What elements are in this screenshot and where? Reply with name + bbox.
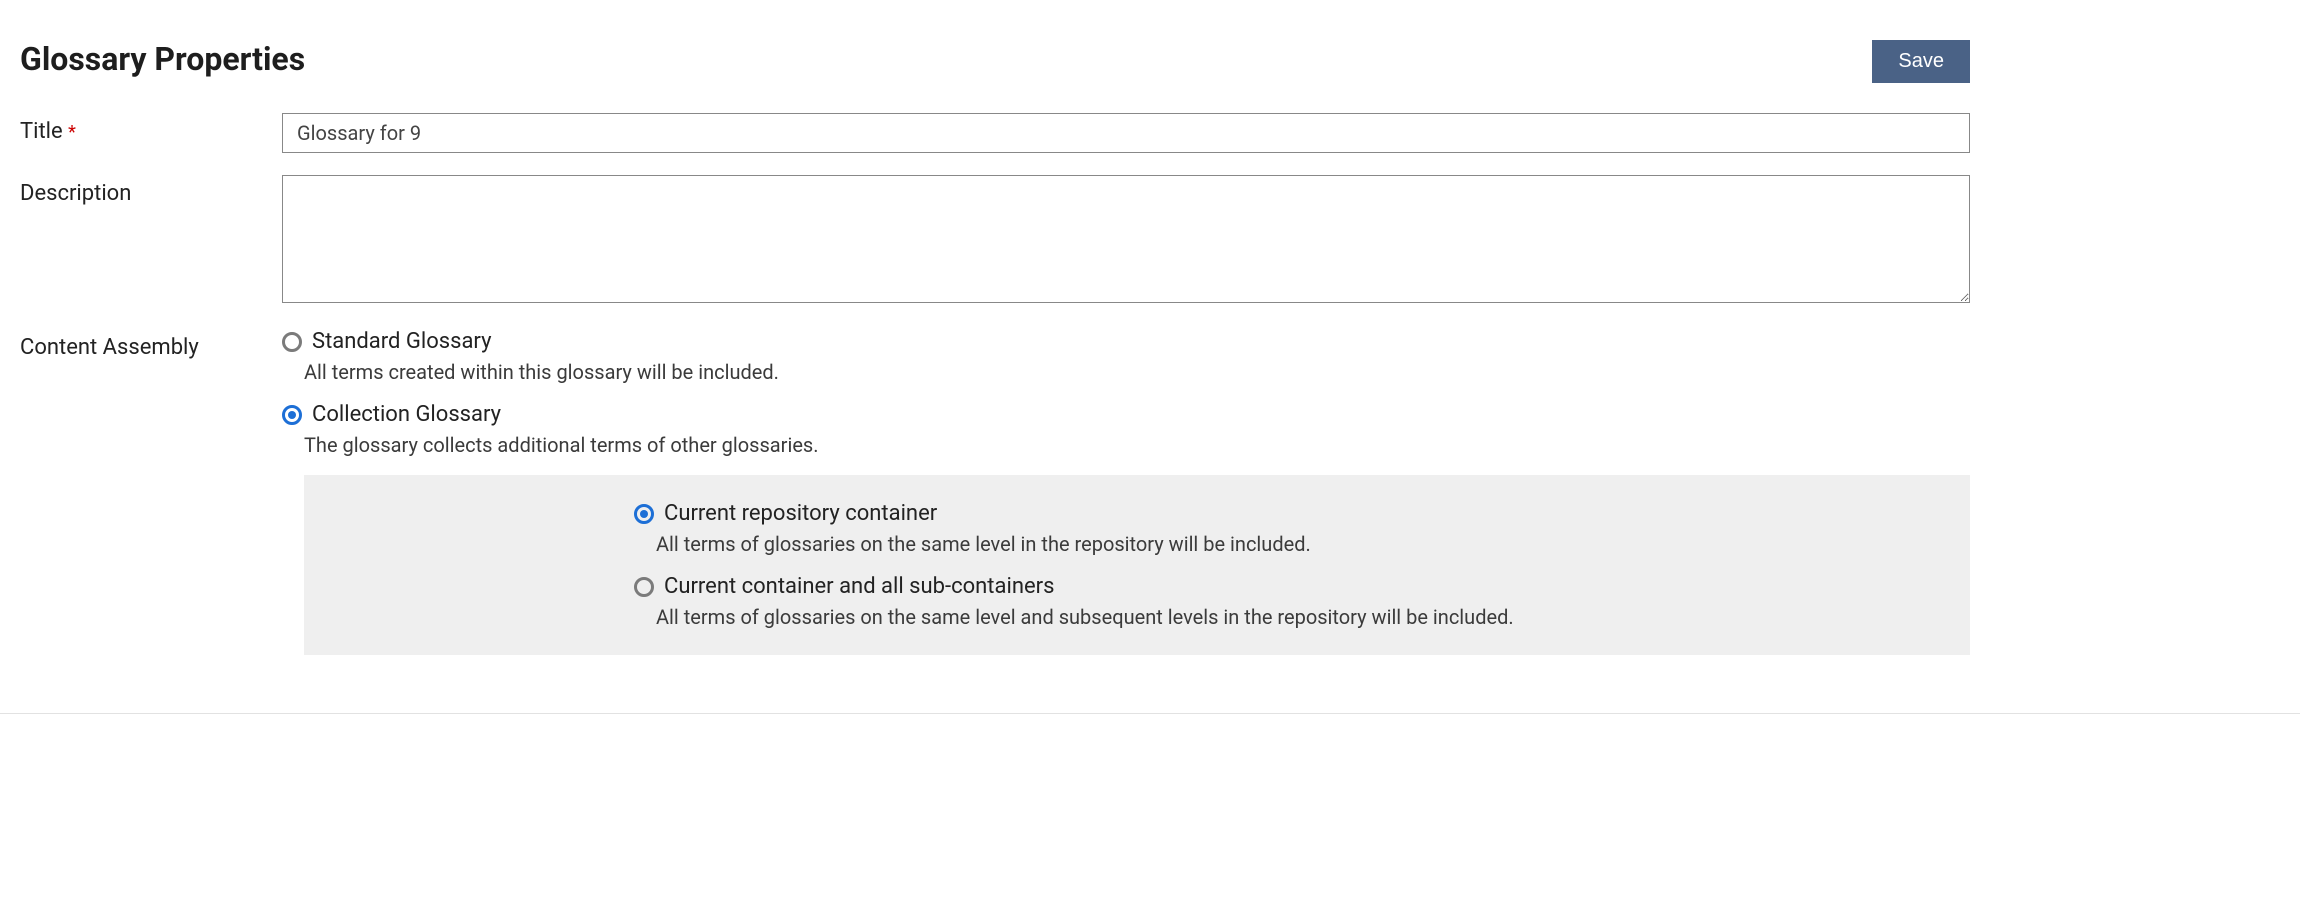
description-textarea[interactable] xyxy=(282,175,1970,303)
collection-subpanel: Current repository container All terms o… xyxy=(304,475,1970,655)
radio-standard-glossary-label: Standard Glossary xyxy=(312,329,491,354)
divider xyxy=(0,713,2300,714)
content-assembly-row: Content Assembly Standard Glossary All t… xyxy=(20,329,1970,673)
content-assembly-label: Content Assembly xyxy=(20,329,282,360)
radio-collection-glossary-block: Collection Glossary The glossary collect… xyxy=(282,402,1970,655)
title-row: Title * xyxy=(20,113,1970,153)
radio-sub-containers-desc: All terms of glossaries on the same leve… xyxy=(656,605,1950,629)
description-row: Description xyxy=(20,175,1970,307)
page-title: Glossary Properties xyxy=(20,40,305,78)
radio-standard-glossary[interactable] xyxy=(282,332,302,352)
radio-collection-glossary-desc: The glossary collects additional terms o… xyxy=(304,433,1970,457)
radio-collection-glossary[interactable] xyxy=(282,405,302,425)
radio-current-container-desc: All terms of glossaries on the same leve… xyxy=(656,532,1950,556)
radio-sub-containers-block: Current container and all sub-containers… xyxy=(634,574,1950,629)
title-label: Title * xyxy=(20,113,282,144)
radio-standard-glossary-block: Standard Glossary All terms created with… xyxy=(282,329,1970,384)
radio-current-container[interactable] xyxy=(634,504,654,524)
radio-dot-icon xyxy=(640,510,648,518)
radio-standard-glossary-desc: All terms created within this glossary w… xyxy=(304,360,1970,384)
required-mark: * xyxy=(68,122,76,143)
title-input[interactable] xyxy=(282,113,1970,153)
radio-dot-icon xyxy=(288,411,296,419)
radio-sub-containers-label: Current container and all sub-containers xyxy=(664,574,1054,599)
description-label: Description xyxy=(20,175,282,206)
radio-collection-glossary-label: Collection Glossary xyxy=(312,402,501,427)
radio-current-container-label: Current repository container xyxy=(664,501,937,526)
title-label-text: Title xyxy=(20,119,63,144)
save-button[interactable]: Save xyxy=(1872,40,1970,83)
radio-sub-containers[interactable] xyxy=(634,577,654,597)
radio-current-container-block: Current repository container All terms o… xyxy=(634,501,1950,556)
